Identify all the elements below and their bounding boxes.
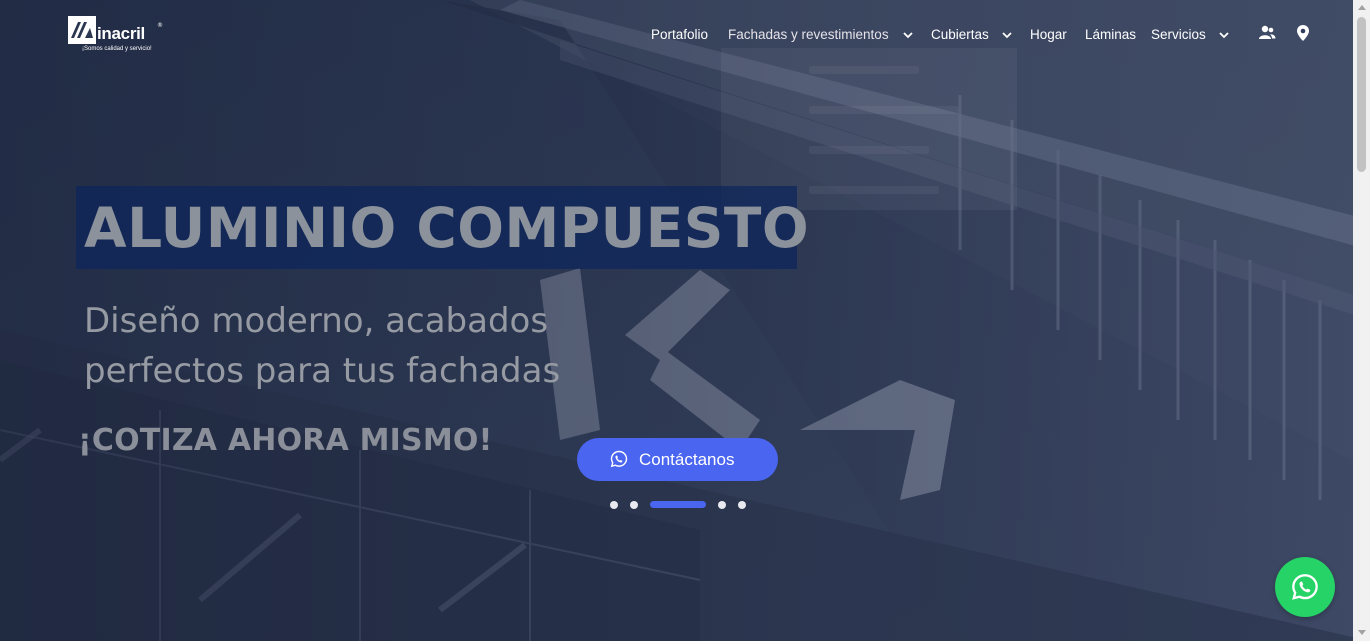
nav-item-hogar[interactable]: Hogar xyxy=(1030,22,1067,48)
vertical-scrollbar[interactable] xyxy=(1353,0,1370,641)
whatsapp-icon xyxy=(1292,574,1318,600)
scroll-up-arrow-icon[interactable] xyxy=(1358,5,1366,10)
hero-cta-text: ¡COTIZA AHORA MISMO! xyxy=(78,423,493,458)
nav-item-portafolio[interactable]: Portafolio xyxy=(651,22,708,48)
hero-subline: Diseño moderno, acabados perfectos para … xyxy=(84,301,561,391)
carousel-dot[interactable] xyxy=(610,501,618,509)
nav-item-label: Servicios xyxy=(1151,27,1206,42)
nav-item-label: Cubiertas xyxy=(931,27,989,42)
carousel-pagination xyxy=(600,499,760,511)
chevron-down-icon[interactable] xyxy=(899,26,917,44)
chevron-down-icon[interactable] xyxy=(1215,26,1233,44)
nav-item-label: Hogar xyxy=(1030,27,1067,42)
carousel-dot-active[interactable] xyxy=(650,501,706,508)
chevron-down-icon[interactable] xyxy=(998,26,1016,44)
location-pin-icon[interactable] xyxy=(1294,24,1312,42)
nav-item-cubiertas[interactable]: Cubiertas xyxy=(931,22,989,48)
brand-name: inacril xyxy=(97,24,145,43)
whatsapp-float-button[interactable] xyxy=(1275,557,1335,617)
nav-item-servicios[interactable]: Servicios xyxy=(1151,22,1206,48)
nav-item-label: Fachadas y revestimientos xyxy=(728,27,889,42)
hero-headline: ALUMINIO COMPUESTO xyxy=(84,196,810,260)
nav-item-label: Láminas xyxy=(1085,27,1137,42)
nav-item-label: Portafolio xyxy=(651,27,709,42)
nav-item-laminas[interactable]: Láminas xyxy=(1085,22,1136,48)
contact-button[interactable]: Contáctanos xyxy=(577,438,778,481)
brand-logo[interactable]: inacril ® ¡Somos calidad y servicio! xyxy=(68,16,164,56)
nav-item-fachadas[interactable]: Fachadas y revestimientos xyxy=(728,22,889,48)
inacril-logo-icon xyxy=(68,16,96,44)
users-icon[interactable] xyxy=(1258,24,1276,42)
carousel-dot[interactable] xyxy=(738,501,746,509)
carousel-dot[interactable] xyxy=(718,501,726,509)
scrollbar-thumb[interactable] xyxy=(1357,17,1366,172)
scroll-down-arrow-icon[interactable] xyxy=(1358,630,1366,635)
contact-button-label: Contáctanos xyxy=(639,450,735,469)
whatsapp-icon xyxy=(610,450,628,468)
registered-mark: ® xyxy=(157,22,163,29)
brand-tagline: ¡Somos calidad y servicio! xyxy=(82,46,152,52)
carousel-dot[interactable] xyxy=(630,501,638,509)
